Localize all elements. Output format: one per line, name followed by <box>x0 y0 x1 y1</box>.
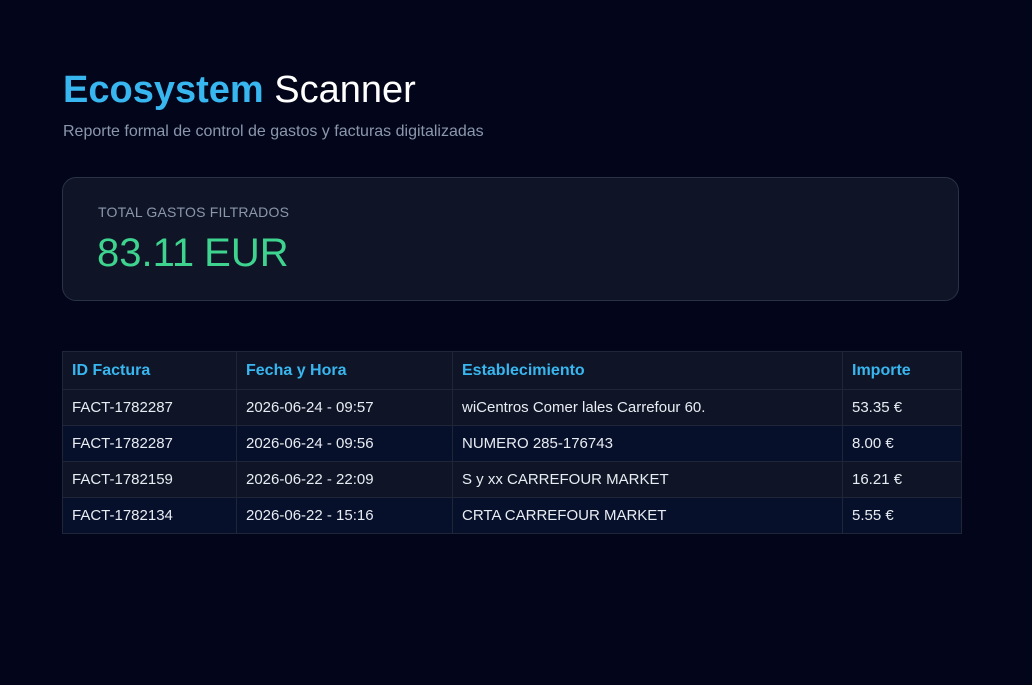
title-brand: Ecosystem <box>63 69 264 111</box>
page-subtitle: Reporte formal de control de gastos y fa… <box>63 123 484 140</box>
cell-amount: 5.55 € <box>842 497 962 534</box>
total-amount: 83.11 <box>97 231 195 275</box>
invoices-table: ID Factura Fecha y Hora Establecimiento … <box>62 351 962 534</box>
table-row[interactable]: FACT-1782287 2026-06-24 - 09:56 NUMERO 2… <box>62 425 962 462</box>
total-value: 83.11 EUR <box>97 230 299 276</box>
report-page: Ecosystem Scanner Reporte formal de cont… <box>0 0 1032 685</box>
page-title: Ecosystem Scanner <box>63 68 416 112</box>
cell-merchant: NUMERO 285-176743 <box>452 425 843 462</box>
cell-datetime: 2026-06-22 - 22:09 <box>236 461 453 498</box>
cell-merchant: CRTA CARREFOUR MARKET <box>452 497 843 534</box>
cell-merchant: wiCentros Comer lales Carrefour 60. <box>452 389 843 426</box>
table-row[interactable]: FACT-1782159 2026-06-22 - 22:09 S y xx C… <box>62 461 962 498</box>
table-header-row: ID Factura Fecha y Hora Establecimiento … <box>62 351 962 390</box>
cell-amount: 53.35 € <box>842 389 962 426</box>
column-header-merchant[interactable]: Establecimiento <box>452 351 843 390</box>
cell-datetime: 2026-06-24 - 09:57 <box>236 389 453 426</box>
title-rest: Scanner <box>274 69 416 111</box>
cell-invoice-id: FACT-1782287 <box>62 425 237 462</box>
total-label: TOTAL GASTOS FILTRADOS <box>98 204 290 220</box>
cell-datetime: 2026-06-22 - 15:16 <box>236 497 453 534</box>
total-summary-card: TOTAL GASTOS FILTRADOS 83.11 EUR <box>62 177 959 301</box>
table-row[interactable]: FACT-1782134 2026-06-22 - 15:16 CRTA CAR… <box>62 497 962 534</box>
cell-invoice-id: FACT-1782159 <box>62 461 237 498</box>
column-header-date[interactable]: Fecha y Hora <box>236 351 453 390</box>
cell-merchant: S y xx CARREFOUR MARKET <box>452 461 843 498</box>
cell-invoice-id: FACT-1782287 <box>62 389 237 426</box>
cell-amount: 8.00 € <box>842 425 962 462</box>
table-row[interactable]: FACT-1782287 2026-06-24 - 09:57 wiCentro… <box>62 389 962 426</box>
cell-invoice-id: FACT-1782134 <box>62 497 237 534</box>
cell-amount: 16.21 € <box>842 461 962 498</box>
column-header-amount[interactable]: Importe <box>842 351 962 390</box>
total-currency: EUR <box>204 231 289 275</box>
column-header-id[interactable]: ID Factura <box>62 351 237 390</box>
cell-datetime: 2026-06-24 - 09:56 <box>236 425 453 462</box>
